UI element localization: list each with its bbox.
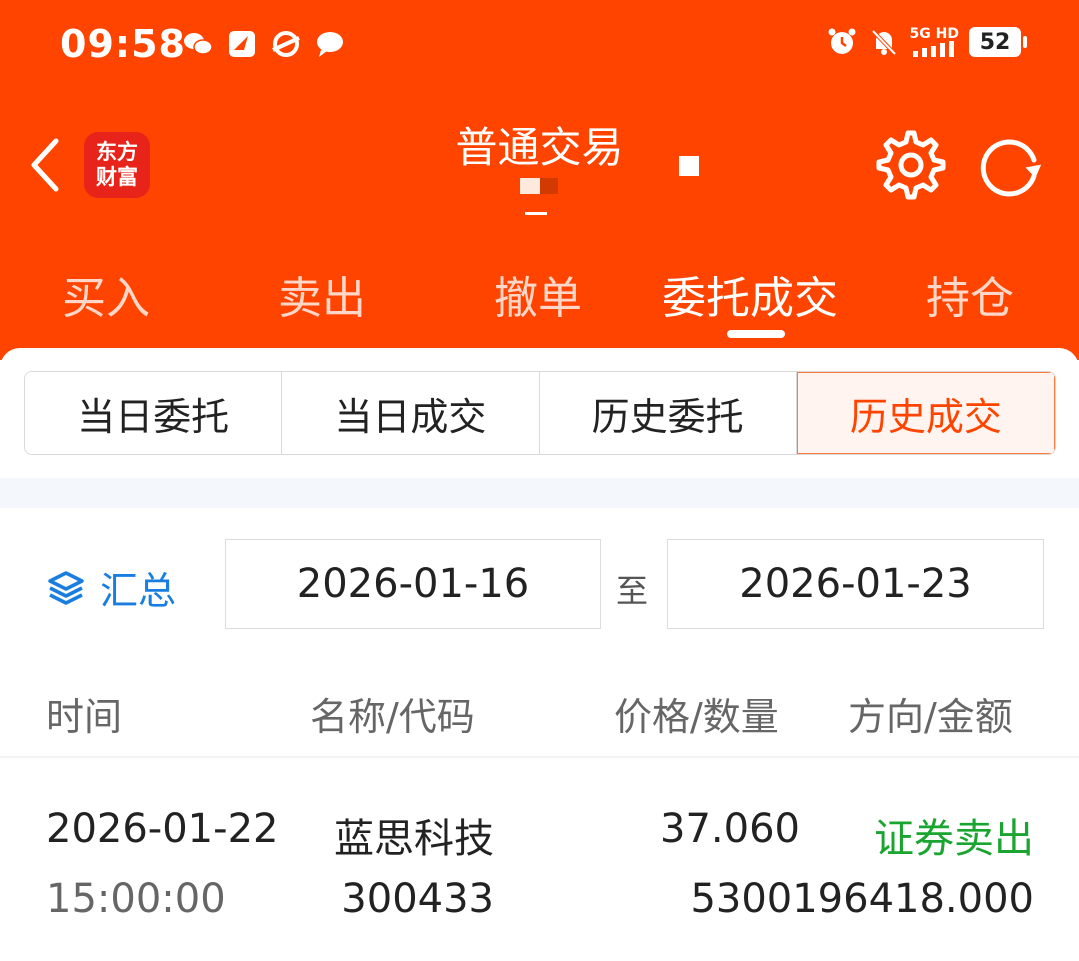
segment-history-orders[interactable]: 历史委托 bbox=[539, 372, 797, 454]
status-system-icons: 5G HD 52 bbox=[826, 26, 1027, 58]
tab-buy[interactable]: 买入 bbox=[62, 262, 150, 326]
signal-5g-icon: 5G HD bbox=[910, 27, 959, 57]
alarm-icon bbox=[826, 26, 858, 58]
app-icon bbox=[270, 28, 302, 60]
tab-positions[interactable]: 持仓 bbox=[926, 262, 1014, 326]
account-mask-block bbox=[540, 178, 558, 194]
account-mask-block bbox=[520, 178, 540, 194]
trade-time: 15:00:00 bbox=[46, 876, 226, 922]
status-notification-icons bbox=[182, 28, 346, 60]
summary-button[interactable]: 汇总 bbox=[46, 560, 176, 615]
trade-price: 37.060 bbox=[660, 806, 800, 852]
refresh-icon bbox=[980, 139, 1042, 197]
app-icon bbox=[226, 28, 258, 60]
refresh-button[interactable] bbox=[976, 132, 1046, 202]
section-divider bbox=[0, 478, 1079, 508]
column-header-name-code: 名称/代码 bbox=[310, 695, 475, 739]
summary-label: 汇总 bbox=[100, 569, 177, 613]
stock-code: 300433 bbox=[341, 876, 494, 922]
column-header-direction-amount: 方向/金额 bbox=[848, 695, 1013, 739]
layers-icon bbox=[48, 570, 84, 605]
gear-icon bbox=[876, 130, 946, 200]
trade-amount: 5300196418.000 bbox=[690, 876, 1034, 922]
header-divider bbox=[0, 756, 1079, 758]
column-header-price-quantity: 价格/数量 bbox=[614, 695, 779, 739]
wechat-icon bbox=[182, 28, 214, 60]
network-label: 5G HD bbox=[909, 26, 959, 42]
account-mask-block bbox=[679, 156, 699, 176]
status-time: 09:58 bbox=[60, 22, 186, 66]
battery-indicator: 52 bbox=[969, 27, 1027, 57]
tab-orders-trades[interactable]: 委托成交 bbox=[662, 262, 838, 326]
chat-bubble-icon bbox=[314, 28, 346, 60]
segment-today-trades[interactable]: 当日成交 bbox=[282, 372, 540, 454]
tab-cancel-order[interactable]: 撤单 bbox=[494, 262, 582, 326]
record-type-segmented-control: 当日委托 当日成交 历史委托 历史成交 bbox=[24, 371, 1056, 455]
stock-name: 蓝思科技 bbox=[334, 816, 494, 862]
settings-button[interactable] bbox=[876, 130, 946, 200]
trade-date: 2026-01-22 bbox=[46, 806, 279, 852]
active-tab-indicator bbox=[727, 330, 785, 338]
end-date-field[interactable]: 2026-01-23 bbox=[667, 539, 1044, 629]
column-header-time: 时间 bbox=[46, 695, 123, 739]
date-range-separator: 至 bbox=[616, 572, 649, 610]
trade-direction: 证券卖出 bbox=[874, 816, 1034, 862]
mute-bell-icon bbox=[868, 26, 900, 58]
segment-today-orders[interactable]: 当日委托 bbox=[25, 372, 283, 454]
trade-tabs: 买入 卖出 撤单 委托成交 持仓 bbox=[0, 262, 1079, 324]
account-mask-block bbox=[525, 212, 547, 215]
segment-history-trades[interactable]: 历史成交 bbox=[796, 372, 1055, 454]
tab-sell[interactable]: 卖出 bbox=[278, 262, 366, 326]
start-date-field[interactable]: 2026-01-16 bbox=[225, 539, 601, 629]
